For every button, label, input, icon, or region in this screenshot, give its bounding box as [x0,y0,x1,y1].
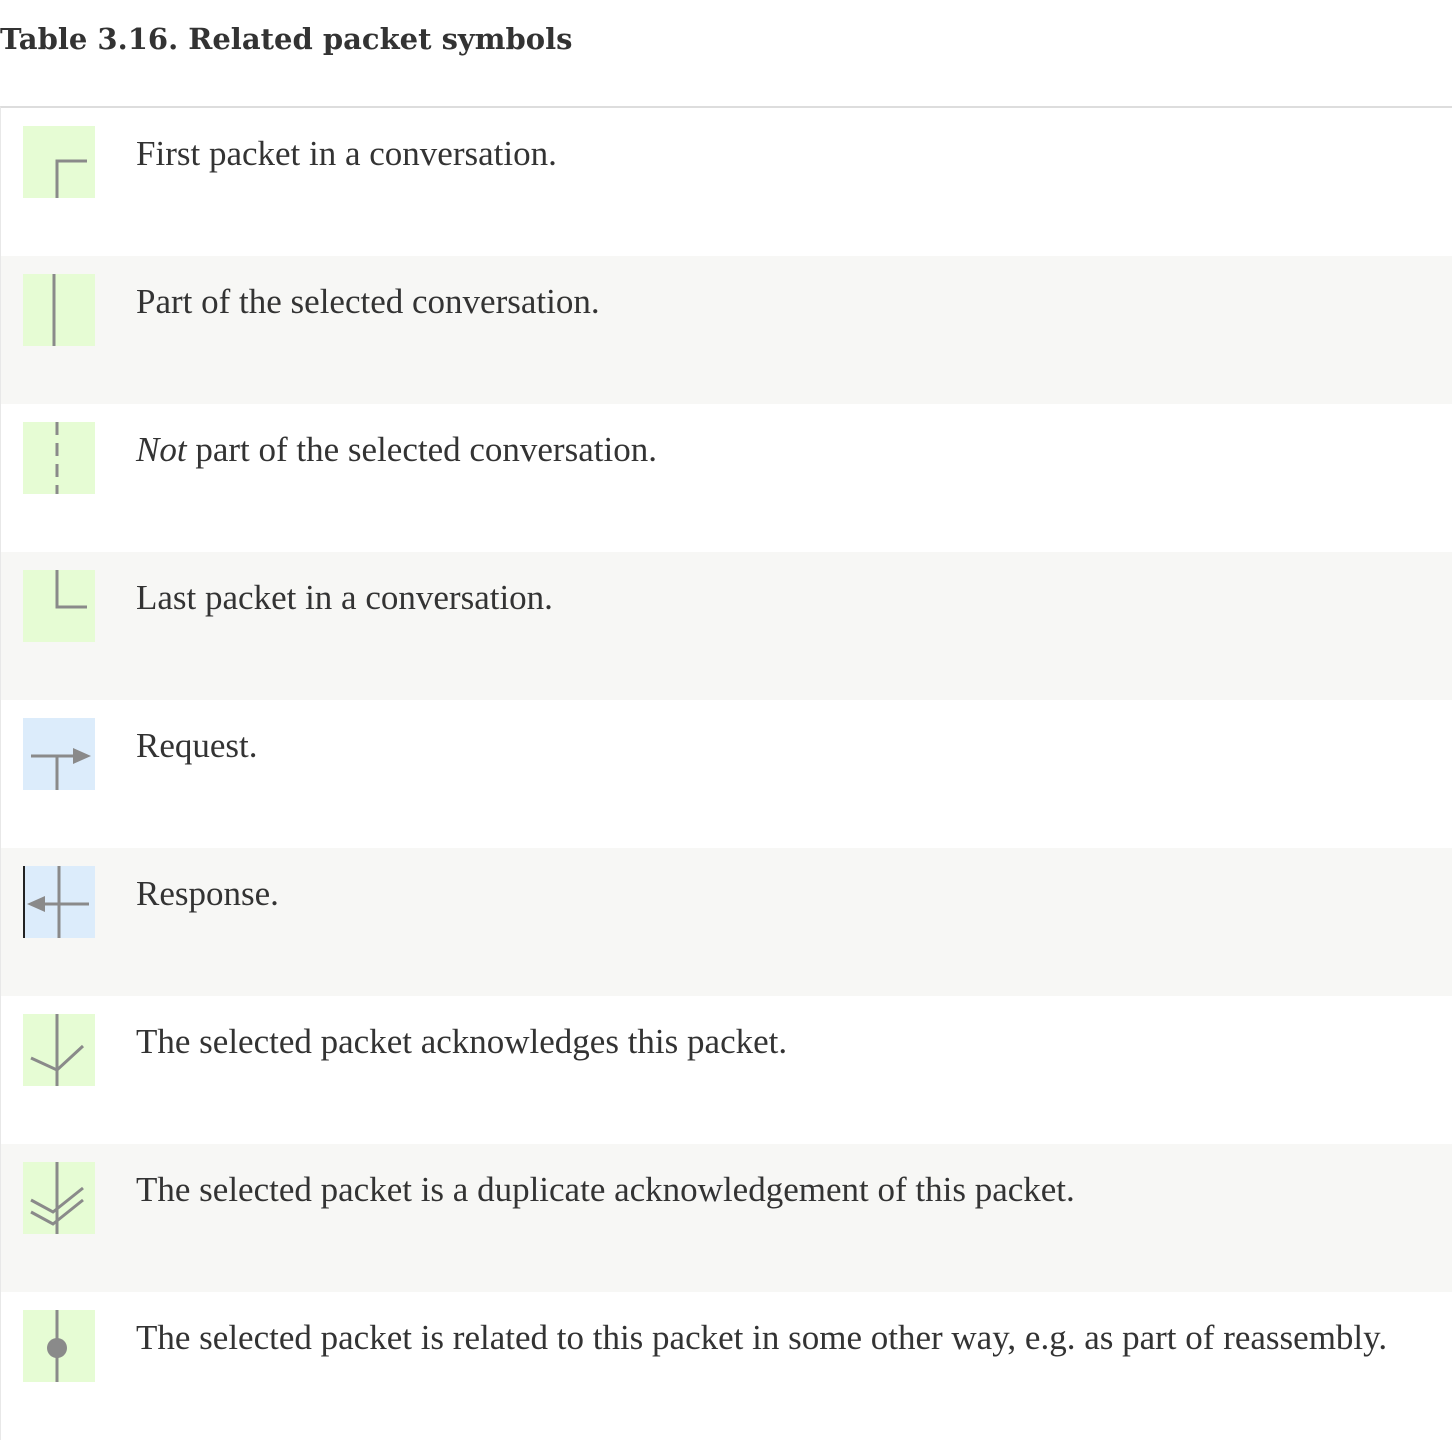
table-row: The selected packet acknowledges this pa… [1,996,1452,1144]
table-row: First packet in a conversation. [1,108,1452,256]
row-description: Request. [136,726,258,765]
row-description: Not part of the selected conversation. [136,428,657,472]
first-packet-icon [23,126,95,198]
related-icon [23,1310,95,1382]
ack-icon [23,1014,95,1086]
row-description: The selected packet is related to this p… [136,1318,1388,1357]
not-part-of-conversation-icon [23,422,95,494]
request-icon [23,718,95,790]
table-row: Last packet in a conversation. [1,552,1452,700]
row-description: The selected packet is a duplicate ackno… [136,1170,1075,1209]
row-description: First packet in a conversation. [136,134,557,173]
row-description-rest: part of the selected conversation. [186,430,657,469]
emphasis-not: Not [136,430,187,469]
duplicate-ack-icon [23,1162,95,1234]
table-row: The selected packet is related to this p… [1,1292,1452,1440]
response-icon [23,866,95,938]
row-description: Response. [136,874,279,913]
part-of-conversation-icon [23,274,95,346]
row-description: Part of the selected conversation. [136,282,600,321]
table-caption: Table 3.16. Related packet symbols [0,22,573,56]
last-packet-icon [23,570,95,642]
table-row: Part of the selected conversation. [1,256,1452,404]
related-packet-symbols-table: First packet in a conversation. Part of … [0,106,1452,1440]
row-description: The selected packet acknowledges this pa… [136,1022,788,1061]
table-row: Not part of the selected conversation. [1,404,1452,552]
table-row: Response. [1,848,1452,996]
row-description: Last packet in a conversation. [136,578,553,617]
table-row: Request. [1,700,1452,848]
table-row: The selected packet is a duplicate ackno… [1,1144,1452,1292]
